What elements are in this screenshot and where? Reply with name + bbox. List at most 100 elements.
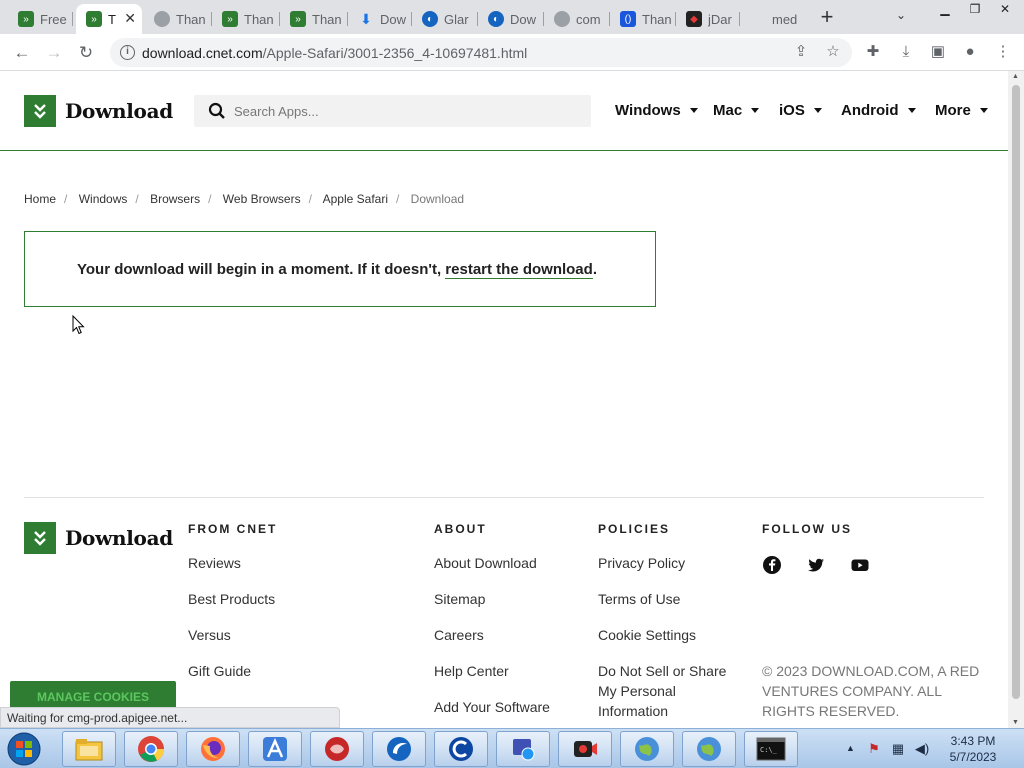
network-icon[interactable]: ▦ [890, 741, 906, 757]
breadcrumb-home[interactable]: Home [24, 192, 56, 206]
command-prompt-icon[interactable]: C:\_ [744, 731, 798, 767]
firefox-icon[interactable] [186, 731, 240, 767]
caret-down-icon [689, 107, 698, 113]
breadcrumb-apple-safari[interactable]: Apple Safari [323, 192, 388, 206]
footer-link-versus[interactable]: Versus [188, 625, 231, 645]
tab-0[interactable]: » Free [8, 4, 68, 34]
blue-brackets-icon: () [620, 11, 636, 27]
globe-icon [154, 11, 170, 27]
footer-link-gift-guide[interactable]: Gift Guide [188, 661, 251, 681]
file-explorer-icon[interactable] [62, 731, 116, 767]
tab-title: T [108, 11, 116, 27]
footer-logo[interactable]: Download [24, 522, 173, 554]
footer-link-sitemap[interactable]: Sitemap [434, 589, 485, 609]
globe-icon [554, 11, 570, 27]
search-box[interactable] [194, 95, 591, 127]
tab-title: com [576, 11, 601, 27]
app-icon[interactable] [310, 731, 364, 767]
tab-title: Than [176, 11, 206, 27]
close-tab-icon[interactable]: ✕ [124, 10, 136, 27]
menu-icon[interactable]: ⋮ [994, 43, 1012, 61]
footer-link-best-products[interactable]: Best Products [188, 589, 275, 609]
site-info-icon[interactable]: i [120, 45, 135, 60]
footer-link-careers[interactable]: Careers [434, 625, 484, 645]
nav-more[interactable]: More [935, 102, 988, 119]
tab-6[interactable]: ◐ Glar [412, 4, 476, 34]
tab-title: Glar [444, 11, 469, 27]
tab-5[interactable]: ⬇ Dow [348, 4, 410, 34]
scroll-down-icon[interactable]: ▼ [1012, 719, 1019, 726]
extensions-icon[interactable]: ✚ [864, 43, 882, 61]
bookmark-star-icon[interactable]: ☆ [824, 43, 842, 61]
nav-ios[interactable]: iOS [779, 102, 822, 119]
profile-icon[interactable]: ● [961, 43, 979, 61]
download-logo-icon [24, 522, 56, 554]
footer-link-add-software[interactable]: Add Your Software [434, 697, 550, 717]
youtube-icon[interactable] [850, 555, 870, 575]
ccleaner-icon[interactable] [434, 731, 488, 767]
back-icon[interactable]: ← [11, 42, 33, 64]
recorder-icon[interactable] [558, 731, 612, 767]
caret-down-icon [813, 107, 822, 113]
search-input[interactable] [234, 101, 574, 121]
address-bar[interactable]: i download.cnet.com/Apple-Safari/3001-23… [110, 38, 852, 67]
tab-search-icon[interactable]: ⌄ [896, 8, 906, 22]
footer-link-privacy-policy[interactable]: Privacy Policy [598, 553, 685, 573]
tray-expand-icon[interactable]: ▲ [846, 743, 855, 753]
search-icon [208, 102, 225, 119]
downloads-icon[interactable]: ⤓ [897, 43, 915, 61]
new-tab-button[interactable]: + [816, 4, 838, 30]
scrollbar-thumb[interactable] [1012, 85, 1020, 699]
nav-mac[interactable]: Mac [713, 102, 760, 119]
volume-icon[interactable]: ◀) [914, 741, 930, 757]
footer-heading-from-cnet: FROM CNET [188, 522, 278, 536]
footer-link-help-center[interactable]: Help Center [434, 661, 509, 681]
chrome-icon[interactable] [124, 731, 178, 767]
footer-link-terms[interactable]: Terms of Use [598, 589, 680, 609]
tab-11[interactable]: med [740, 4, 804, 34]
tab-4[interactable]: » Than [280, 4, 346, 34]
action-center-icon[interactable]: ⚑ [866, 741, 882, 757]
tab-active[interactable]: » T ✕ [76, 4, 142, 34]
system-clock[interactable]: 3:43 PM 5/7/2023 [940, 733, 1006, 765]
close-window-icon[interactable]: ✕ [990, 0, 1020, 20]
forward-icon[interactable]: → [43, 42, 65, 64]
start-button-icon[interactable] [4, 731, 44, 767]
site-logo[interactable]: Download [24, 95, 173, 127]
footer-link-reviews[interactable]: Reviews [188, 553, 241, 573]
tab-3[interactable]: » Than [212, 4, 278, 34]
footer-link-about-download[interactable]: About Download [434, 553, 537, 573]
download-logo-icon: » [86, 11, 102, 27]
tab-10[interactable]: ◆ jDar [676, 4, 738, 34]
tab-title: med [772, 11, 798, 27]
tab-9[interactable]: () Than [610, 4, 674, 34]
twitter-icon[interactable] [806, 555, 826, 575]
breadcrumb-browsers[interactable]: Browsers [150, 192, 200, 206]
arc-browser-icon[interactable] [248, 731, 302, 767]
facebook-icon[interactable] [762, 555, 782, 575]
tab-2[interactable]: Than [144, 4, 210, 34]
nav-android[interactable]: Android [841, 102, 916, 119]
breadcrumb-web-browsers[interactable]: Web Browsers [223, 192, 301, 206]
side-panel-icon[interactable]: ▣ [929, 43, 947, 61]
restart-download-link[interactable]: restart the download [445, 261, 593, 279]
nav-windows[interactable]: Windows [615, 102, 698, 119]
scroll-up-icon[interactable]: ▲ [1012, 73, 1019, 80]
logo-text: Download [65, 99, 173, 123]
address-url[interactable]: download.cnet.com/Apple-Safari/3001-2356… [142, 45, 527, 61]
share-icon[interactable]: ⇪ [792, 43, 810, 61]
vertical-scrollbar[interactable]: ▲ ▼ [1008, 71, 1024, 728]
restore-icon[interactable]: ❐ [960, 0, 990, 20]
breadcrumb-windows[interactable]: Windows [79, 192, 128, 206]
page-viewport: Download Windows Mac iOS Android More Ho… [0, 71, 1008, 728]
tab-7[interactable]: ◐ Dow [478, 4, 542, 34]
footer-link-cookie-settings[interactable]: Cookie Settings [598, 625, 696, 645]
globe-browser-icon[interactable] [682, 731, 736, 767]
tab-8[interactable]: com [544, 4, 608, 34]
minimize-icon[interactable]: ▁ [930, 0, 960, 20]
globe-browser-icon[interactable] [620, 731, 674, 767]
footer-link-do-not-sell[interactable]: Do Not Sell or Share My Personal Informa… [598, 661, 738, 721]
glary-icon[interactable] [372, 731, 426, 767]
screen-tool-icon[interactable] [496, 731, 550, 767]
reload-icon[interactable]: ↻ [75, 42, 97, 64]
